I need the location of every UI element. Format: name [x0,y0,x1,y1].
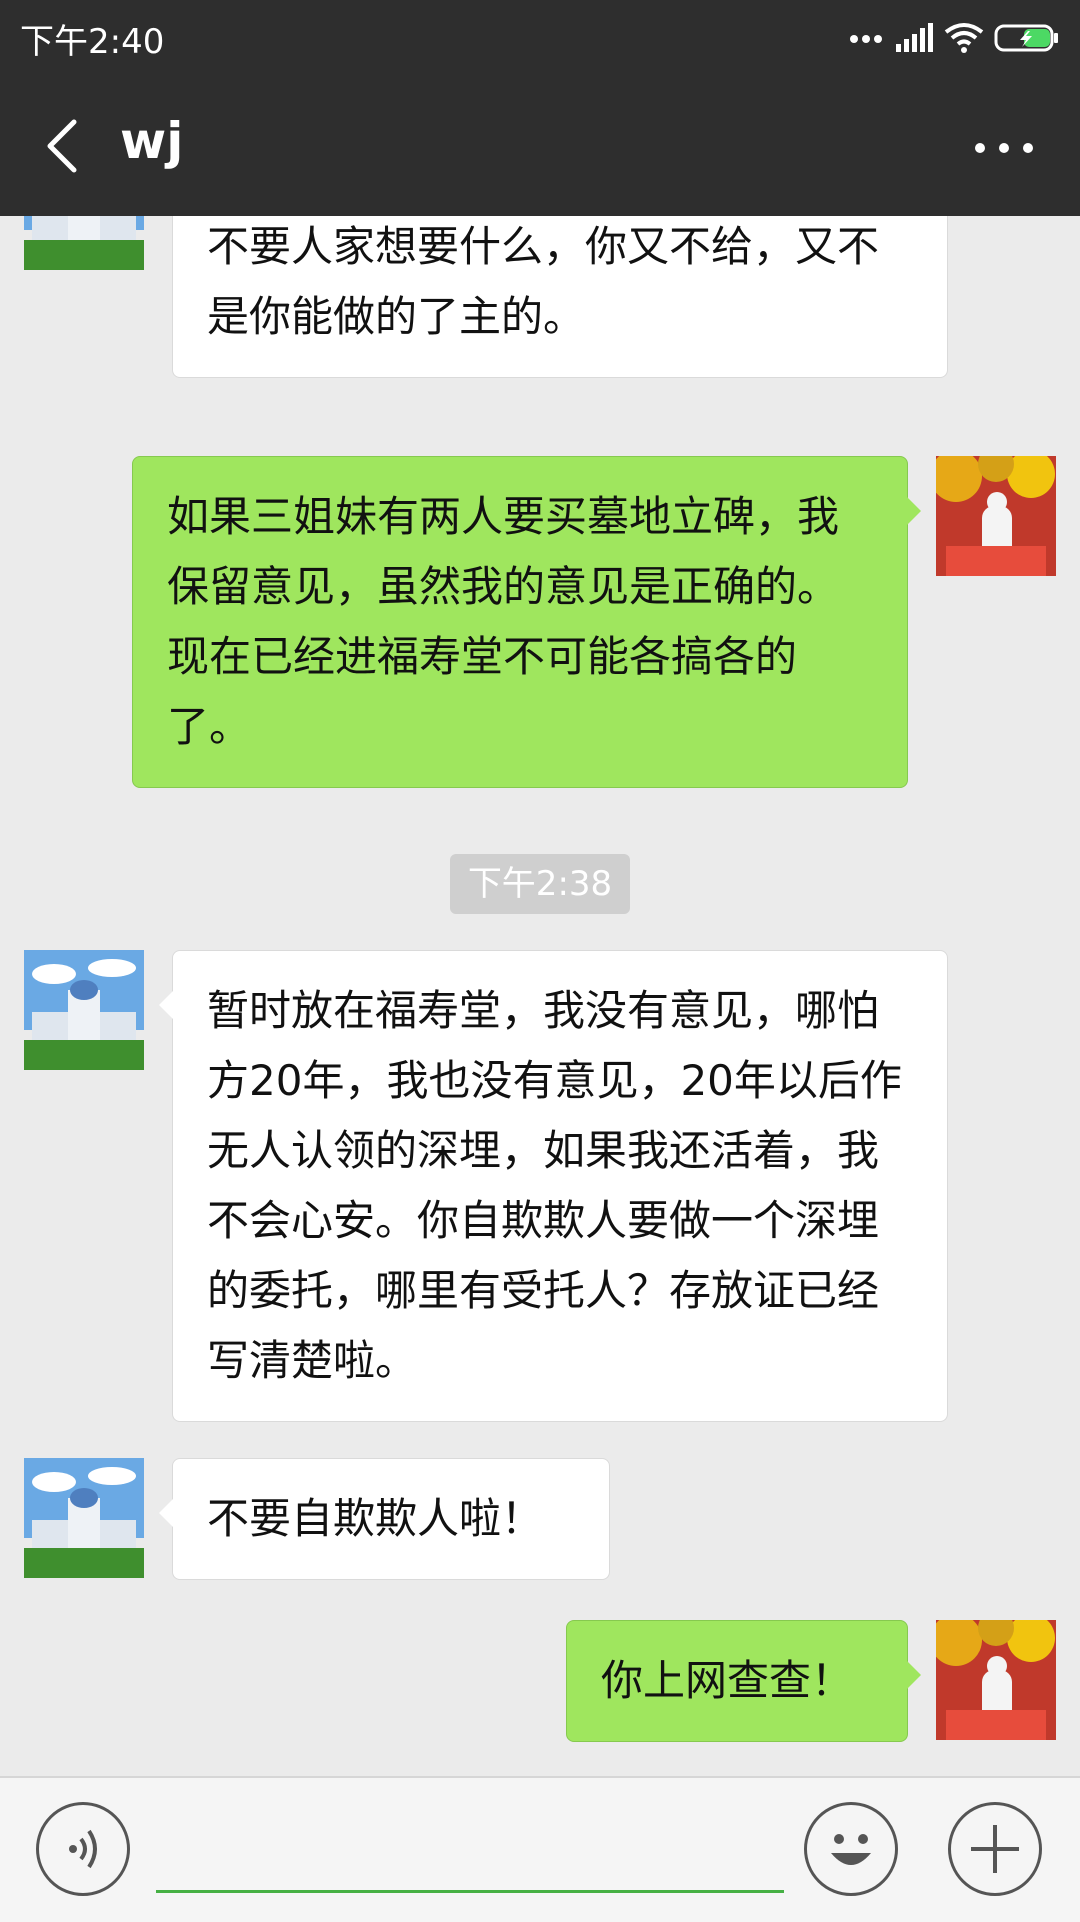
emoji-button[interactable] [804,1802,898,1896]
self-avatar[interactable] [936,456,1056,576]
more-icon [975,143,1033,153]
avatar-cathedral-image [24,216,144,270]
emoji-icon [831,1834,871,1865]
voice-icon [69,1829,97,1869]
message-text: 自己想要什么，就能要的到就好了，不要人家想要什么，你又不给，又不是你能做的了主的… [207,222,880,341]
self-avatar[interactable] [936,1620,1056,1740]
message-input[interactable] [156,1808,784,1893]
received-message-bubble[interactable]: 不要自欺欺人啦！ [159,1458,610,1580]
message-timestamp: 下午2:38 [450,854,630,914]
sent-message-bubble[interactable]: 你上网查查！ [566,1620,921,1742]
voice-button[interactable] [36,1802,130,1896]
message-text: 你上网查查！ [601,1656,854,1705]
plus-button[interactable] [948,1802,1042,1896]
message-text: 如果三姐妹有两人要买墓地立碑，我保留意见，虽然我的意见是正确的。现在已经进福寿堂… [167,492,840,751]
message-text: 暂时放在福寿堂，我没有意见，哪怕方20年，我也没有意见，20年以后作无人认领的深… [207,986,902,1385]
received-message-bubble[interactable]: 暂时放在福寿堂，我没有意见，哪怕方20年，我也没有意见，20年以后作无人认领的深… [159,950,948,1422]
back-icon [47,119,77,173]
avatar-statue-image [936,1620,1056,1740]
wifi-icon [944,23,984,53]
status-icons [848,18,1060,58]
battery-icon [994,24,1058,52]
contact-avatar[interactable] [24,950,144,1070]
signal-dots-icon [850,35,882,43]
avatar-cathedral-image [24,1458,144,1578]
contact-avatar[interactable] [24,216,144,270]
plus-icon [971,1825,1019,1873]
message-list[interactable]: 自己想要什么，就能要的到就好了，不要人家想要什么，你又不给，又不是你能做的了主的… [0,216,1080,1776]
chat-header: wj [0,76,1080,216]
more-button[interactable] [968,128,1040,168]
avatar-cathedral-image [24,950,144,1070]
signal-icon [896,23,933,52]
status-time: 下午2:40 [20,22,165,62]
input-bar [0,1776,1080,1922]
status-bar: 下午2:40 [0,0,1080,76]
sent-message-bubble[interactable]: 如果三姐妹有两人要买墓地立碑，我保留意见，虽然我的意见是正确的。现在已经进福寿堂… [132,456,921,788]
chat-title: wj [120,112,184,170]
avatar-statue-image [936,456,1056,576]
received-message-bubble[interactable]: 自己想要什么，就能要的到就好了，不要人家想要什么，你又不给，又不是你能做的了主的… [172,216,948,378]
message-text: 不要自欺欺人啦！ [207,1494,544,1543]
back-button[interactable] [34,114,94,178]
contact-avatar[interactable] [24,1458,144,1578]
